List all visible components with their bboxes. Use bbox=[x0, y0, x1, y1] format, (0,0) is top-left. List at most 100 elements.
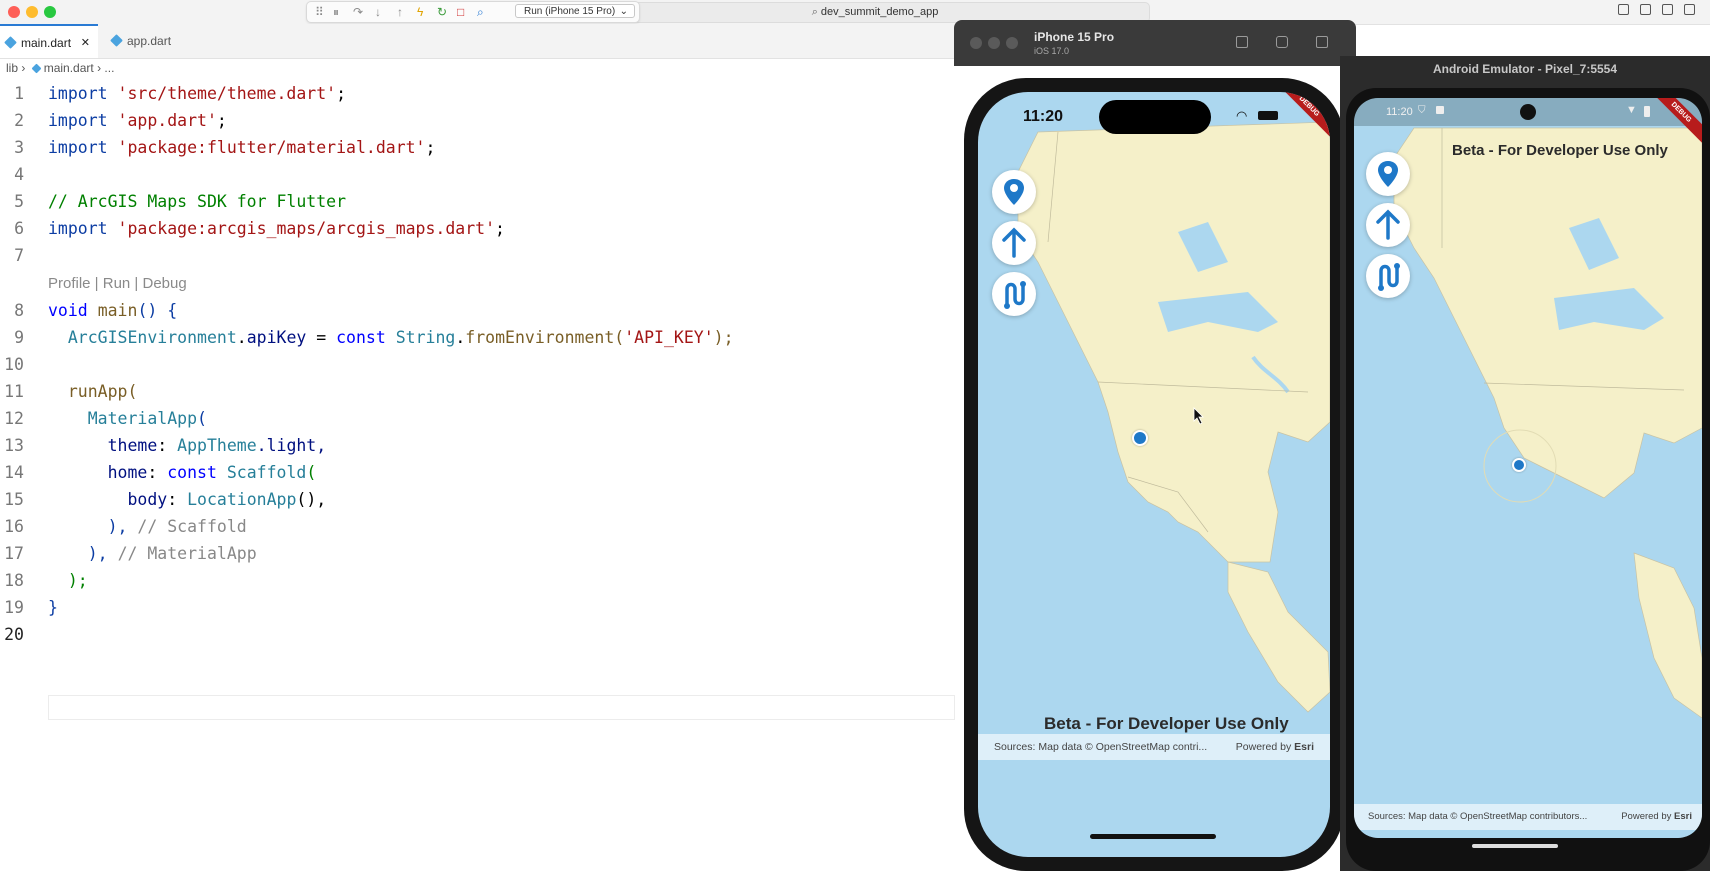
debug-toolbar: ⠿ ⏸ ↷ ↓ ↑ ϟ ↻ □ ⌕ Run (iPhone 15 Pro) ⌄ bbox=[306, 1, 640, 23]
window-titlebar: ⌕ dev_summit_demo_app ⠿ ⏸ ↷ ↓ ↑ ϟ ↻ □ ⌕ … bbox=[0, 0, 1710, 25]
android-emulator-title: Android Emulator - Pixel_7:5554 bbox=[1432, 62, 1618, 76]
maximize-window-button[interactable] bbox=[44, 6, 56, 18]
mouse-cursor-icon bbox=[1193, 407, 1204, 425]
beta-watermark: Beta - For Developer Use Only bbox=[1044, 714, 1289, 733]
locate-me-button[interactable] bbox=[992, 170, 1036, 214]
iphone-device: 11:20 ◠ DEBUG Beta - For Developer Use O… bbox=[964, 78, 1344, 871]
location-pin-icon bbox=[1004, 179, 1024, 205]
run-config-label: Run (iPhone 15 Pro) bbox=[524, 6, 616, 17]
android-emulator-window: Android Emulator - Pixel_7:5554 11:20 ⛉ … bbox=[1340, 56, 1710, 871]
pause-icon[interactable]: ⏸ bbox=[333, 4, 339, 20]
line-number: 2 bbox=[14, 111, 24, 130]
front-camera bbox=[1520, 104, 1536, 120]
ios-map-view[interactable]: 11:20 ◠ DEBUG Beta - For Developer Use O… bbox=[978, 92, 1330, 857]
ios-simulator-titlebar: iPhone 15 Pro iOS 17.0 bbox=[954, 20, 1356, 66]
esri-link[interactable]: Esri bbox=[1294, 741, 1314, 753]
code-line: 3 import 'package:flutter/material.dart'; bbox=[0, 134, 955, 161]
line-number: 12 bbox=[4, 409, 24, 428]
line-number: 14 bbox=[4, 463, 24, 482]
line-number: 3 bbox=[14, 138, 24, 157]
home-icon[interactable] bbox=[1236, 36, 1248, 48]
dart-file-icon bbox=[4, 36, 17, 49]
esri-link[interactable]: Esri bbox=[1674, 811, 1692, 822]
battery-icon bbox=[1644, 106, 1650, 117]
breadcrumb-file[interactable]: main.dart bbox=[44, 61, 94, 75]
line-number: 8 bbox=[14, 301, 24, 320]
code-line: 11 runApp( bbox=[0, 378, 955, 405]
close-tab-icon[interactable]: ✕ bbox=[81, 26, 90, 60]
attribution-text: Sources: Map data © OpenStreetMap contri… bbox=[1368, 811, 1588, 822]
ios-simulator-title: iPhone 15 Pro bbox=[1034, 30, 1115, 44]
code-line: 18 ); bbox=[0, 567, 955, 594]
code-line: 2 import 'app.dart'; bbox=[0, 107, 955, 134]
code-line: 1 import 'src/theme/theme.dart'; bbox=[0, 80, 955, 107]
locate-me-button[interactable] bbox=[1366, 152, 1410, 196]
wifi-icon: ▼ bbox=[1626, 104, 1637, 116]
step-out-icon[interactable]: ↑ bbox=[397, 4, 403, 20]
code-line: 6 import 'package:arcgis_maps/arcgis_maps… bbox=[0, 215, 955, 242]
wifi-icon: ◠ bbox=[1236, 108, 1248, 123]
tab-label: main.dart bbox=[21, 36, 72, 50]
line-number: 18 bbox=[4, 571, 24, 590]
tab-app-dart[interactable]: app.dart bbox=[106, 24, 204, 58]
run-config-select[interactable]: Run (iPhone 15 Pro) ⌄ bbox=[515, 4, 635, 18]
line-number: 6 bbox=[14, 219, 24, 238]
tab-main-dart[interactable]: main.dart ✕ bbox=[0, 24, 98, 58]
location-pin-icon bbox=[1378, 161, 1398, 187]
powered-by-label: Powered by bbox=[1621, 811, 1672, 822]
stop-icon[interactable]: □ bbox=[457, 4, 464, 20]
code-line: 19} bbox=[0, 594, 955, 621]
line-number: 13 bbox=[4, 436, 24, 455]
inspect-icon[interactable]: ⌕ bbox=[477, 4, 484, 20]
sim-close-button[interactable] bbox=[970, 37, 982, 49]
dart-file-icon bbox=[31, 63, 42, 74]
toggle-sidebar-icon[interactable] bbox=[1618, 4, 1629, 15]
sim-minimize-button[interactable] bbox=[988, 37, 1000, 49]
hot-reload-icon[interactable]: ϟ bbox=[417, 4, 423, 20]
minimize-window-button[interactable] bbox=[26, 6, 38, 18]
sim-zoom-button[interactable] bbox=[1006, 37, 1018, 49]
beta-watermark: Beta - For Developer Use Only bbox=[1452, 142, 1668, 159]
home-indicator[interactable] bbox=[1090, 834, 1216, 839]
ios-simulator-subtitle: iOS 17.0 bbox=[1034, 46, 1070, 56]
route-icon bbox=[1378, 263, 1400, 291]
breadcrumb-folder[interactable]: lib bbox=[6, 61, 18, 75]
rotate-icon[interactable] bbox=[1316, 36, 1328, 48]
code-line: 15 body: LocationApp(), bbox=[0, 486, 955, 513]
project-title: dev_summit_demo_app bbox=[820, 6, 939, 18]
android-status-bar: 11:20 ⛉ ▼ bbox=[1354, 98, 1702, 126]
restart-icon[interactable]: ↻ bbox=[437, 4, 447, 20]
navigate-button[interactable] bbox=[992, 221, 1036, 265]
code-lens[interactable]: Profile | Run | Debug bbox=[0, 270, 955, 297]
navigate-button[interactable] bbox=[1366, 203, 1410, 247]
line-number: 10 bbox=[4, 355, 24, 374]
map-attribution[interactable]: Sources: Map data © OpenStreetMap contri… bbox=[1354, 804, 1702, 830]
status-time: 11:20 bbox=[1023, 108, 1064, 125]
notification-icon bbox=[1436, 106, 1444, 114]
toggle-panel-icon[interactable] bbox=[1640, 4, 1651, 15]
code-line: 12 MaterialApp( bbox=[0, 405, 955, 432]
drag-handle-icon[interactable]: ⠿ bbox=[315, 4, 324, 20]
navigate-arrow-icon bbox=[1002, 227, 1026, 258]
breadcrumb-more[interactable]: ... bbox=[104, 61, 114, 75]
map-attribution[interactable]: Sources: Map data © OpenStreetMap contri… bbox=[978, 734, 1330, 760]
line-number: 11 bbox=[4, 382, 24, 401]
step-over-icon[interactable]: ↷ bbox=[353, 4, 363, 20]
screenshot-icon[interactable] bbox=[1276, 36, 1288, 48]
customize-layout-icon[interactable] bbox=[1684, 4, 1695, 15]
android-map-view[interactable]: 11:20 ⛉ ▼ DEBUG Beta - For Developer Use… bbox=[1354, 98, 1702, 838]
attribution-text: Sources: Map data © OpenStreetMap contri… bbox=[994, 741, 1208, 753]
code-line: 16 ), // Scaffold bbox=[0, 513, 955, 540]
dart-file-icon bbox=[110, 34, 123, 47]
toggle-secondary-sidebar-icon[interactable] bbox=[1662, 4, 1673, 15]
code-line: 4 bbox=[0, 161, 955, 188]
code-line: 10 bbox=[0, 351, 955, 378]
close-window-button[interactable] bbox=[8, 6, 20, 18]
route-button[interactable] bbox=[1366, 254, 1410, 298]
tab-label: app.dart bbox=[127, 34, 172, 48]
step-into-icon[interactable]: ↓ bbox=[375, 4, 381, 20]
navigation-handle[interactable] bbox=[1472, 844, 1558, 848]
code-line: 5// ArcGIS Maps SDK for Flutter bbox=[0, 188, 955, 215]
route-button[interactable] bbox=[992, 272, 1036, 316]
code-line: 14 home: const Scaffold( bbox=[0, 459, 955, 486]
